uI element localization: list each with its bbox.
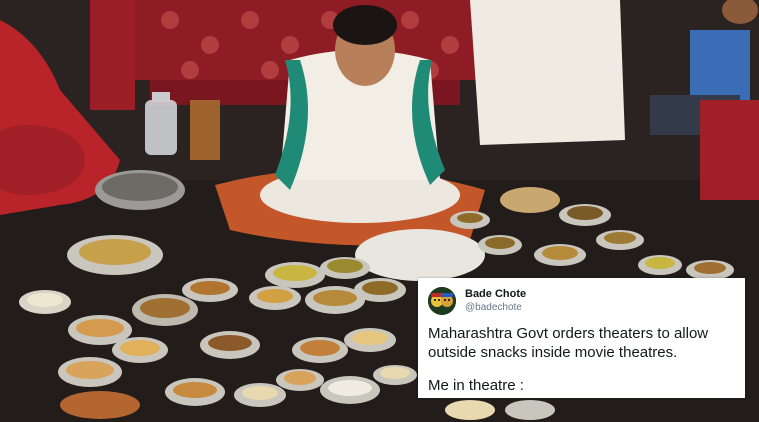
tweet-line-2: outside snacks inside movie theatres.: [428, 344, 678, 361]
tweet-line-3: Me in theatre :: [428, 377, 524, 394]
handle[interactable]: @badechote: [465, 301, 526, 314]
tweet-spacer: [428, 362, 735, 376]
person-in-white: [470, 0, 625, 145]
cartoon-faces-icon: [428, 287, 456, 315]
water-bottle: [145, 92, 177, 155]
tweet-line-1: Maharashtra Govt orders theaters to allo…: [428, 325, 709, 342]
tweet-card: Bade Chote @badechote Maharashtra Govt o…: [418, 278, 745, 398]
tweet-author: Bade Chote @badechote: [465, 288, 526, 314]
display-name[interactable]: Bade Chote: [465, 288, 526, 301]
avatar[interactable]: [428, 287, 456, 315]
tweet-header: Bade Chote @badechote: [428, 284, 735, 318]
tweet-text: Maharashtra Govt orders theaters to allo…: [428, 324, 735, 395]
rice-mound: [355, 229, 485, 281]
